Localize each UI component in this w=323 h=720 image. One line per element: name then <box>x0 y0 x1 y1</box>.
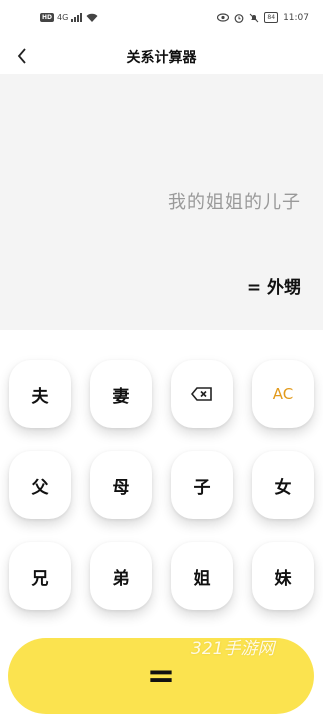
wifi-icon <box>86 13 98 22</box>
key-husband[interactable]: 夫 <box>9 360 71 428</box>
key-younger-sister[interactable]: 妹 <box>252 542 314 610</box>
page-title: 关系计算器 <box>126 50 197 66</box>
key-son[interactable]: 子 <box>171 451 233 519</box>
eye-icon <box>217 13 230 22</box>
signal-icon <box>71 13 83 22</box>
result-text: = 外甥 <box>246 278 301 298</box>
clear-button[interactable]: AC <box>252 360 314 428</box>
battery-icon: 84 <box>264 12 279 23</box>
backspace-icon <box>191 387 212 401</box>
backspace-button[interactable] <box>171 360 233 428</box>
key-mother[interactable]: 母 <box>90 451 152 519</box>
calculation-display: 我的姐姐的儿子 = 外甥 <box>0 74 323 330</box>
key-daughter[interactable]: 女 <box>252 451 314 519</box>
watermark: 321手游网 <box>191 639 275 659</box>
clock-time: 11:07 <box>283 12 309 23</box>
expression-text: 我的姐姐的儿子 <box>168 192 301 213</box>
status-right: 84 11:07 <box>217 12 309 23</box>
status-bar: HD 4G 84 11:07 <box>0 0 323 40</box>
title-bar: 关系计算器 <box>0 40 323 74</box>
network-type: 4G <box>57 13 69 22</box>
hd-badge: HD <box>40 13 55 22</box>
key-father[interactable]: 父 <box>9 451 71 519</box>
key-wife[interactable]: 妻 <box>90 360 152 428</box>
key-elder-sister[interactable]: 姐 <box>171 542 233 610</box>
key-younger-brother[interactable]: 弟 <box>90 542 152 610</box>
alarm-icon <box>235 13 244 23</box>
key-elder-brother[interactable]: 兄 <box>9 542 71 610</box>
bell-mute-icon <box>250 13 259 22</box>
status-left: HD 4G <box>40 13 98 22</box>
